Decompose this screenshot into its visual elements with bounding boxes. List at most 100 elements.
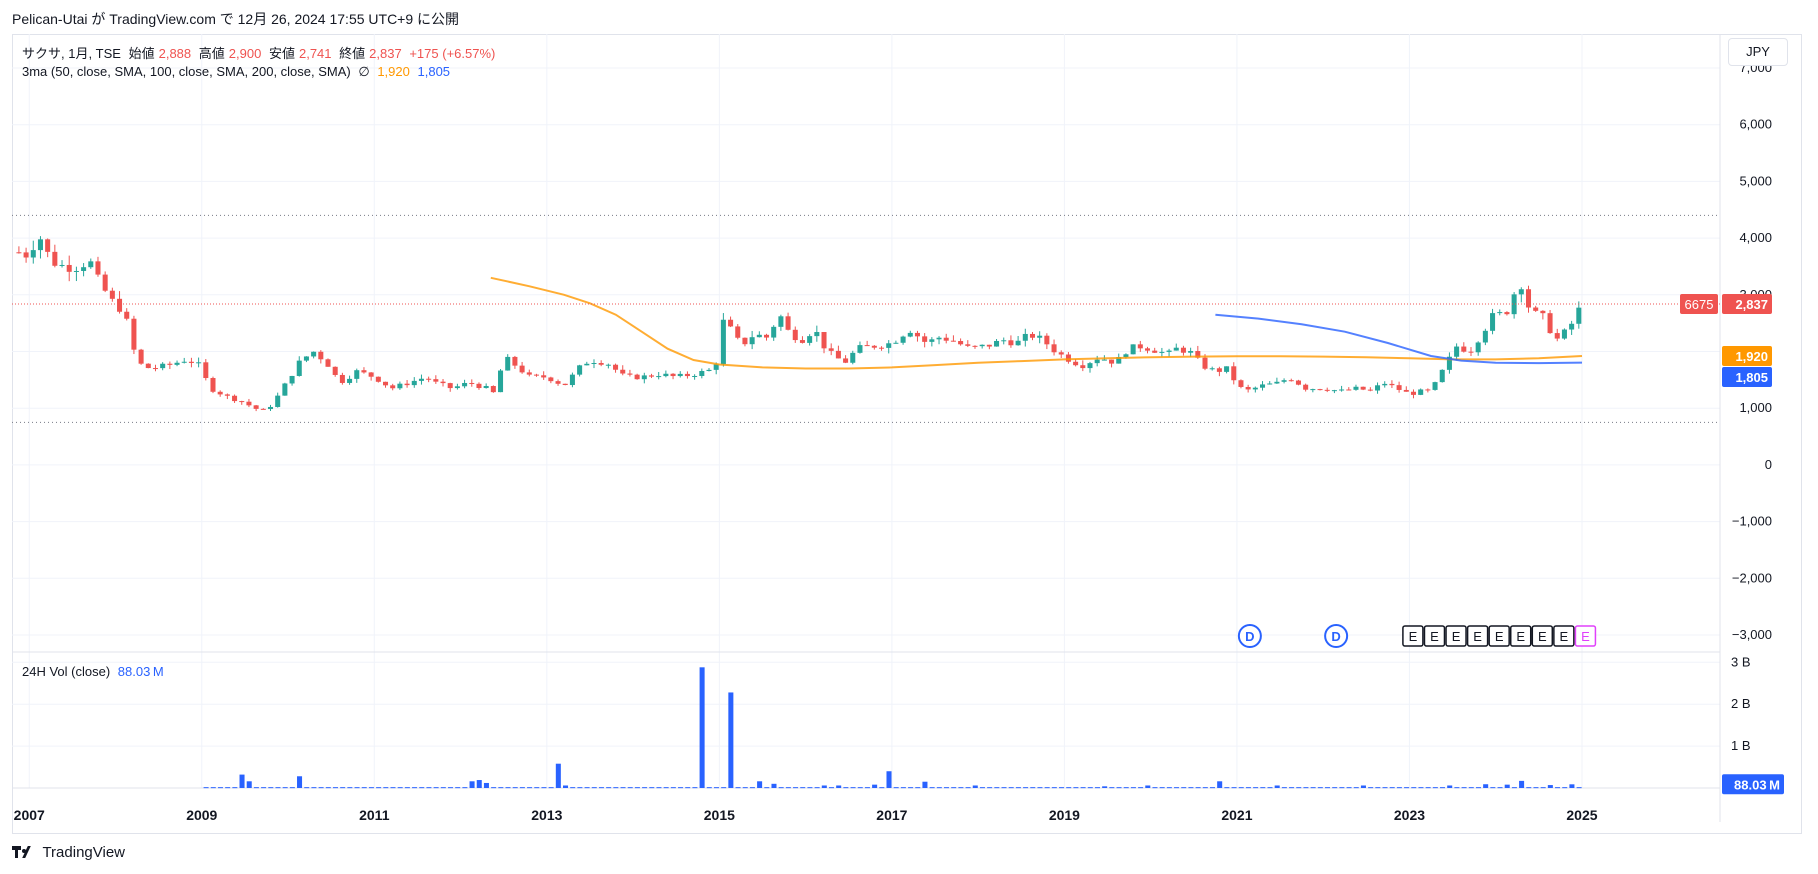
- candle-down: [914, 330, 920, 342]
- earnings-marker[interactable]: E: [1402, 625, 1424, 647]
- volume-bar: [1159, 787, 1165, 789]
- candle-down: [390, 383, 396, 391]
- tradingview-logo-icon: [12, 845, 34, 860]
- volume-bar: [203, 787, 209, 789]
- earnings-marker[interactable]: E: [1466, 625, 1489, 647]
- candle-down: [541, 371, 547, 380]
- candle-down: [1303, 383, 1309, 392]
- candle-down: [728, 316, 734, 328]
- candle-body: [1166, 350, 1172, 352]
- volume-bar: [1497, 787, 1503, 789]
- chart-canvas[interactable]: 7,0006,0005,0004,0003,0002,0001,0000−1,0…: [0, 0, 1818, 874]
- volume-bar: [1138, 787, 1144, 789]
- volume-bar: [455, 787, 461, 789]
- earnings-marker[interactable]: E: [1574, 625, 1597, 647]
- candle-body: [1080, 365, 1086, 369]
- volume-bar: [361, 787, 367, 789]
- volume-bar: [1562, 787, 1568, 789]
- volume-label[interactable]: 24H Vol (close): [22, 664, 110, 679]
- candle-down: [224, 393, 230, 400]
- symbol-label[interactable]: サクサ, 1月, TSE: [22, 46, 121, 61]
- candle-up: [857, 341, 863, 354]
- candle-body: [1188, 351, 1194, 353]
- candle-body: [1518, 289, 1524, 295]
- volume-bar: [1030, 787, 1036, 789]
- candle-up: [289, 375, 295, 386]
- volume-bar: [1166, 787, 1172, 789]
- volume-bar: [1547, 785, 1553, 788]
- candle-down: [152, 364, 158, 372]
- candle-body: [936, 337, 942, 340]
- x-tick-label: 2017: [876, 807, 907, 823]
- volume-bar: [1324, 787, 1331, 789]
- ma-label[interactable]: 3ma (50, close, SMA, 100, close, SMA, 20…: [22, 64, 351, 79]
- candle-body: [1044, 335, 1050, 345]
- volume-bar: [1339, 787, 1345, 789]
- candle-body: [117, 298, 123, 312]
- candle-body: [188, 361, 194, 363]
- dividend-marker[interactable]: D: [1324, 624, 1349, 648]
- candle-body: [1540, 310, 1546, 314]
- candle-body: [224, 394, 230, 396]
- candle-body: [620, 369, 626, 374]
- volume-bar: [563, 785, 569, 788]
- volume-bar: [778, 787, 784, 789]
- candle-up: [59, 260, 65, 268]
- dividend-label: D: [1331, 629, 1340, 644]
- ma-value-label: 1,920: [1735, 349, 1768, 364]
- candle-down: [124, 308, 130, 321]
- candle-body: [792, 329, 798, 341]
- candle-body: [1346, 389, 1352, 391]
- earnings-marker[interactable]: E: [1553, 625, 1575, 647]
- ma1-value: 1,920: [377, 64, 410, 79]
- volume-bar: [1231, 787, 1237, 789]
- earnings-marker[interactable]: E: [1488, 625, 1510, 647]
- volume-bar: [699, 667, 705, 788]
- candle-body: [519, 365, 525, 373]
- earnings-marker[interactable]: E: [1423, 625, 1446, 647]
- candle-body: [994, 340, 1000, 347]
- candle-body: [232, 395, 238, 402]
- earnings-marker[interactable]: E: [1445, 625, 1467, 647]
- candle-down: [1245, 384, 1251, 393]
- candle-up: [807, 334, 813, 346]
- earnings-label: E: [1430, 629, 1439, 644]
- candle-up: [641, 372, 647, 384]
- candle-up: [1339, 385, 1345, 392]
- candle-down: [792, 326, 798, 343]
- candle-body: [1231, 366, 1237, 381]
- candle-up: [30, 240, 36, 264]
- candle-up: [893, 340, 899, 344]
- candle-down: [1504, 311, 1510, 316]
- candle-down: [548, 376, 554, 384]
- candle-up: [1209, 366, 1215, 371]
- candle-body: [88, 261, 94, 268]
- earnings-label: E: [1538, 629, 1547, 644]
- candle-body: [267, 406, 274, 410]
- candle-body: [1389, 383, 1395, 386]
- candle-down: [958, 338, 964, 346]
- earnings-marker[interactable]: E: [1531, 625, 1554, 647]
- currency-button[interactable]: JPY: [1728, 38, 1788, 66]
- earnings-marker[interactable]: E: [1509, 625, 1532, 647]
- candle-body: [663, 373, 669, 377]
- candle-body: [1073, 361, 1079, 366]
- volume-y-tick-label: 3 B: [1731, 654, 1751, 669]
- candle-down: [1065, 352, 1071, 364]
- candle-up: [411, 377, 417, 388]
- candle-down: [95, 256, 101, 277]
- candle-up: [73, 266, 79, 282]
- volume-bar: [297, 776, 303, 788]
- high-label: 高値: [198, 46, 225, 61]
- candle-body: [325, 359, 331, 367]
- volume-bar: [1044, 787, 1050, 789]
- volume-bar: [282, 787, 288, 789]
- candle-body: [1267, 383, 1273, 385]
- volume-bar: [908, 787, 914, 789]
- dividend-marker[interactable]: D: [1237, 624, 1262, 648]
- candle-up: [303, 356, 309, 363]
- candle-body: [634, 374, 640, 380]
- volume-bar: [1102, 786, 1108, 788]
- candle-body: [577, 365, 583, 375]
- candle-body: [404, 383, 410, 386]
